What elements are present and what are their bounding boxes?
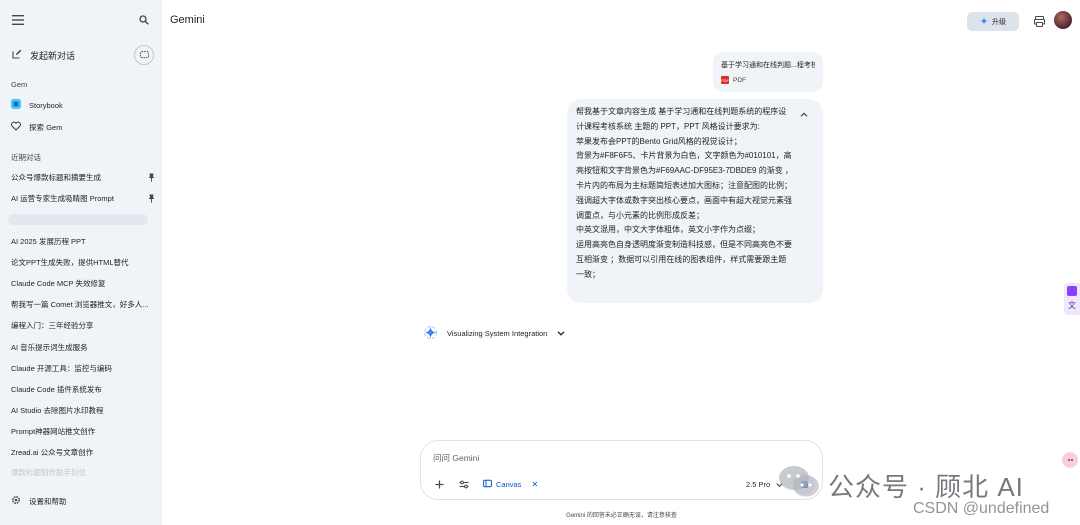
pin-icon <box>146 173 156 182</box>
recent-item-label: 帮我写一篇 Comet 浏览器推文，好多人... <box>11 299 149 309</box>
recent-item[interactable]: Zread.ai 公众号文章创作 <box>6 443 156 461</box>
tools-icon[interactable] <box>456 476 472 492</box>
recent-item-pinned[interactable]: 公众号爆款标题和摘要生成 <box>6 168 156 186</box>
chevron-down-icon <box>557 329 565 338</box>
wechat-logo-icon <box>778 464 820 498</box>
loading-placeholder <box>8 214 148 225</box>
new-chat-button[interactable]: 发起新对话 <box>6 45 126 65</box>
thinking-label: Visualizing System Integration <box>447 328 548 338</box>
gem-item-explore[interactable]: 探索 Gem <box>6 118 156 136</box>
gem-item-label: Storybook <box>29 100 63 110</box>
settings-label: 设置和帮助 <box>29 496 67 506</box>
file-type-label: PDF <box>733 76 746 84</box>
gemini-spark-icon <box>424 325 437 341</box>
pin-icon <box>146 194 156 203</box>
menu-icon[interactable] <box>8 10 28 30</box>
user-avatar[interactable] <box>1054 11 1072 29</box>
disclaimer-text: Gemini 的回答未必正确无误，请注意核查 <box>566 513 677 519</box>
message-line: 强调超大字体或数字突出核心要点，画面中有超大视觉元素强调重点，与小元素的比例形成… <box>576 195 792 220</box>
recent-item[interactable]: Claude Code 插件系统发布 <box>6 380 156 398</box>
upgrade-button[interactable]: 升级 <box>967 12 1019 31</box>
recent-item[interactable]: 论文PPT生成失败，提供HTML替代 <box>6 253 156 271</box>
search-icon[interactable] <box>134 10 154 30</box>
recent-item[interactable]: Claude 开源工具：监控与编码 <box>6 359 156 377</box>
canvas-icon <box>483 479 492 490</box>
prompt-input[interactable] <box>433 450 803 466</box>
storybook-icon <box>11 99 21 111</box>
chevron-up-icon[interactable] <box>798 108 810 120</box>
chat-bubble-icon <box>139 50 149 58</box>
explore-gem-icon <box>11 121 21 133</box>
recent-item-pinned[interactable]: AI 运营专家生成吸睛图 Prompt <box>6 189 156 207</box>
recent-item[interactable]: Claude Code MCP 失效修复 <box>6 274 156 292</box>
recent-item[interactable]: 编程入门：三年经验分享 <box>6 316 156 334</box>
settings-help-button[interactable]: 设置和帮助 <box>6 492 126 510</box>
message-line: 中英文混用，中文大字体粗体，英文小字作为点缀； <box>576 225 760 235</box>
brand-title[interactable]: Gemini <box>170 14 205 26</box>
message-line: 帮我基于文章内容生成 基于学习通和在线判题系统的程序设计课程考核系统 主题的 P… <box>576 107 787 131</box>
recent-item-faded[interactable]: 爆款标题制作助手封位 <box>11 467 86 478</box>
recent-item-label: 论文PPT生成失败，提供HTML替代 <box>11 257 129 267</box>
recent-item-label: AI Studio 去除图片水印教程 <box>11 405 104 415</box>
recent-item-label: AI 音乐提示词生成服务 <box>11 342 88 352</box>
message-line: 背景为#F8F6F5、卡片背景为白色，文字颜色为#010101，高亮按钮和文字背… <box>576 151 793 190</box>
file-type-row: PDF PDF <box>721 76 815 84</box>
recent-item-label: Claude Code 插件系统发布 <box>11 384 102 394</box>
recent-item[interactable]: AI Studio 去除图片水印教程 <box>6 401 156 419</box>
recent-item[interactable]: 帮我写一篇 Comet 浏览器推文，好多人... <box>6 295 156 313</box>
floating-toolbar: 文 <box>1064 283 1080 315</box>
recent-item-label: Zread.ai 公众号文章创作 <box>11 447 94 457</box>
message-line: 苹果发布会PPT的Bento Grid风格的视觉设计； <box>576 136 742 146</box>
gem-section-label: Gem <box>11 80 28 89</box>
canvas-tool-chip[interactable]: Canvas ✕ <box>479 476 542 492</box>
file-name: 基于学习通和在线判题...程考核 <box>721 62 815 69</box>
translate-icon[interactable]: 文 <box>1067 301 1077 311</box>
recent-item-label: Claude Code MCP 失效修复 <box>11 278 106 288</box>
recent-item[interactable]: AI 2025 发展历程 PPT <box>6 232 156 250</box>
gear-icon <box>11 495 21 507</box>
recent-item-label: AI 运营专家生成吸睛图 Prompt <box>11 193 114 203</box>
temporary-chat-button[interactable] <box>134 45 154 65</box>
prompt-box: Canvas ✕ 2.5 Pro <box>420 440 823 500</box>
sidebar: 发起新对话 Gem Storybook 探索 Gem 近期对话 公众号爆款标题和… <box>0 0 162 525</box>
recent-section-label: 近期对话 <box>11 153 41 162</box>
recent-item[interactable]: Prompt神器网站推文创作 <box>6 422 156 440</box>
thinking-toggle[interactable]: Visualizing System Integration <box>424 325 565 341</box>
attached-file-chip[interactable]: 基于学习通和在线判题...程考核 PDF PDF <box>713 52 823 92</box>
sparkle-icon <box>980 16 988 27</box>
watermark-text: 公众号 · 顾北 AI <box>828 472 1024 502</box>
user-message-bubble: 帮我基于文章内容生成 基于学习通和在线判题系统的程序设计课程考核系统 主题的 P… <box>567 99 823 303</box>
assistant-bubble-icon[interactable] <box>1062 452 1078 468</box>
upgrade-label: 升级 <box>992 18 1006 26</box>
chat-bot-icon[interactable] <box>1067 286 1077 296</box>
recent-item[interactable]: AI 音乐提示词生成服务 <box>6 338 156 356</box>
recent-item-label: AI 2025 发展历程 PPT <box>11 236 86 246</box>
csdn-watermark: CSDN @undefined <box>913 500 1050 517</box>
app-root: 发起新对话 Gem Storybook 探索 Gem 近期对话 公众号爆款标题和… <box>0 0 1080 525</box>
recent-item-label: Prompt神器网站推文创作 <box>11 426 96 436</box>
recent-item-label: Claude 开源工具：监控与编码 <box>11 363 112 373</box>
recent-item-label: 编程入门：三年经验分享 <box>11 320 94 330</box>
apps-icon[interactable] <box>1030 12 1048 30</box>
gem-item-label: 探索 Gem <box>29 122 63 132</box>
close-icon[interactable]: ✕ <box>531 480 538 489</box>
add-icon[interactable] <box>431 476 447 492</box>
pdf-icon: PDF <box>721 76 729 84</box>
gem-item-storybook[interactable]: Storybook <box>6 96 156 114</box>
canvas-label: Canvas <box>496 479 522 489</box>
new-chat-label: 发起新对话 <box>30 50 76 61</box>
recent-item-label: 公众号爆款标题和摘要生成 <box>11 172 101 182</box>
message-line: 运用高亮色自身透明度渐变制造科技感，但是不同高亮色不要互相渐变 ；数据可以引用在… <box>576 240 792 279</box>
edit-icon <box>12 49 22 61</box>
model-label: 2.5 Pro <box>746 479 771 489</box>
